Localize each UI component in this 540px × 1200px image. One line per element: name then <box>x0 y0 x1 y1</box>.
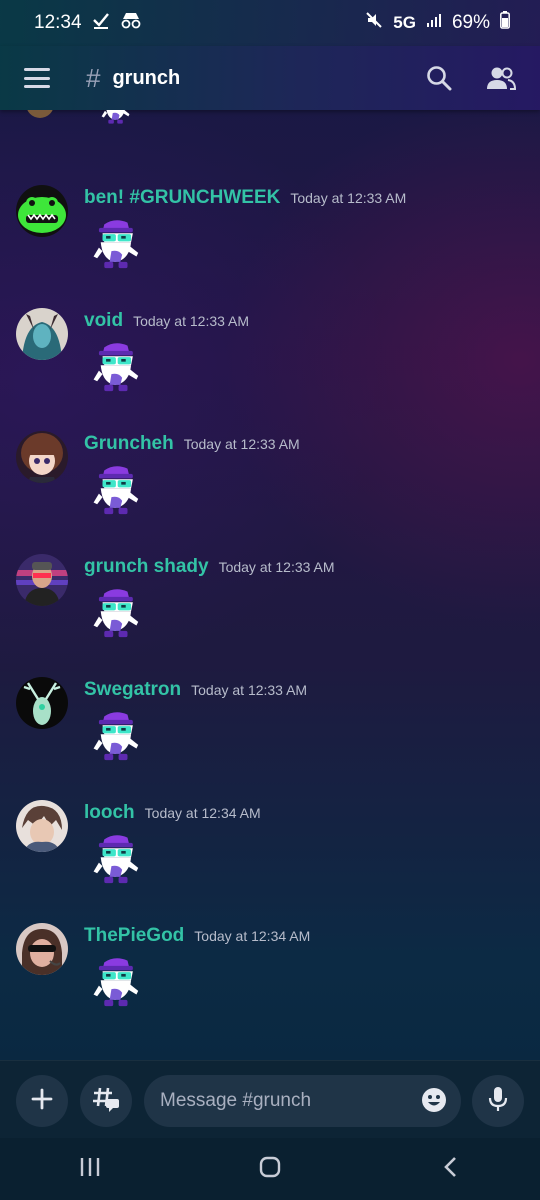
grunch-emote <box>90 461 140 519</box>
message-header: looch Today at 12:34 AM <box>84 802 261 824</box>
emoji-icon[interactable] <box>421 1087 447 1113</box>
plus-icon <box>31 1088 53 1115</box>
username[interactable]: grunch shady <box>84 556 209 578</box>
microphone-icon <box>488 1086 508 1117</box>
avatar[interactable] <box>16 554 68 606</box>
message-header: ben! #GRUNCHWEEK Today at 12:33 AM <box>84 187 406 209</box>
avatar-partial[interactable] <box>26 110 54 118</box>
username[interactable]: Gruncheh <box>84 433 174 455</box>
status-bar: 12:34 5G 69% <box>0 0 540 46</box>
network-type: 5G <box>393 13 416 32</box>
message-item: Gruncheh Today at 12:33 AM <box>0 431 540 541</box>
username[interactable]: looch <box>84 802 135 824</box>
system-nav-bar <box>0 1138 540 1200</box>
add-attachment-button[interactable] <box>16 1075 68 1127</box>
mute-icon <box>365 11 383 35</box>
menu-icon[interactable] <box>24 68 50 88</box>
message-item: void Today at 12:33 AM <box>0 308 540 418</box>
grunch-emote <box>90 110 140 150</box>
channel-header: # grunch <box>0 46 540 110</box>
avatar[interactable] <box>16 185 68 237</box>
message-item: grunch shady Today at 12:33 AM <box>0 554 540 664</box>
grunch-emote <box>90 953 140 1011</box>
signal-icon <box>426 12 442 34</box>
grunch-emote <box>90 338 140 396</box>
avatar[interactable] <box>16 800 68 852</box>
search-icon[interactable] <box>426 65 452 91</box>
username[interactable]: ben! #GRUNCHWEEK <box>84 187 280 209</box>
message-header: grunch shady Today at 12:33 AM <box>84 556 335 578</box>
timestamp: Today at 12:33 AM <box>183 436 300 452</box>
timestamp: Today at 12:33 AM <box>191 682 308 698</box>
battery-icon <box>500 11 510 35</box>
voice-message-button[interactable] <box>472 1075 524 1127</box>
header-actions <box>426 65 516 91</box>
message-item: ben! #GRUNCHWEEK Today at 12:33 AM <box>0 185 540 295</box>
status-time: 12:34 <box>34 12 82 33</box>
message-item: Swegatron Today at 12:33 AM <box>0 677 540 787</box>
message-header: ThePieGod Today at 12:34 AM <box>84 925 310 947</box>
message-item: looch Today at 12:34 AM <box>0 800 540 910</box>
channel-title[interactable]: grunch <box>112 67 180 90</box>
username[interactable]: void <box>84 310 123 332</box>
recents-icon <box>79 1157 101 1182</box>
username[interactable]: ThePieGod <box>84 925 184 947</box>
status-left: 12:34 <box>34 11 142 35</box>
back-button[interactable] <box>420 1149 480 1189</box>
grunch-emote <box>90 215 140 273</box>
message-header: Swegatron Today at 12:33 AM <box>84 679 307 701</box>
incognito-icon <box>120 11 142 35</box>
username[interactable]: Swegatron <box>84 679 181 701</box>
message-list[interactable]: ben! #GRUNCHWEEK Today at 12:33 AM void … <box>0 110 540 1060</box>
checkmark-icon <box>92 11 110 35</box>
threads-icon <box>92 1086 120 1117</box>
grunch-emote <box>90 830 140 888</box>
message-header: Gruncheh Today at 12:33 AM <box>84 433 300 455</box>
channel-hash-icon: # <box>86 62 101 93</box>
avatar[interactable] <box>16 677 68 729</box>
grunch-emote <box>90 584 140 642</box>
timestamp: Today at 12:33 AM <box>218 559 335 575</box>
timestamp: Today at 12:34 AM <box>144 805 261 821</box>
grunch-emote <box>90 707 140 765</box>
timestamp: Today at 12:34 AM <box>194 928 311 944</box>
status-right: 5G 69% <box>365 11 510 35</box>
back-icon <box>442 1156 458 1183</box>
avatar[interactable] <box>16 431 68 483</box>
recent-apps-button[interactable] <box>60 1149 120 1189</box>
avatar[interactable] <box>16 308 68 360</box>
home-icon <box>259 1156 281 1183</box>
message-composer <box>0 1060 540 1139</box>
message-item: ThePieGod Today at 12:34 AM <box>0 923 540 1033</box>
message-header: void Today at 12:33 AM <box>84 310 249 332</box>
timestamp: Today at 12:33 AM <box>290 190 407 206</box>
timestamp: Today at 12:33 AM <box>133 313 250 329</box>
home-button[interactable] <box>240 1149 300 1189</box>
message-input[interactable] <box>144 1075 461 1127</box>
members-icon[interactable] <box>486 65 516 91</box>
avatar[interactable] <box>16 923 68 975</box>
threads-button[interactable] <box>80 1075 132 1127</box>
battery-percent: 69% <box>451 12 490 33</box>
